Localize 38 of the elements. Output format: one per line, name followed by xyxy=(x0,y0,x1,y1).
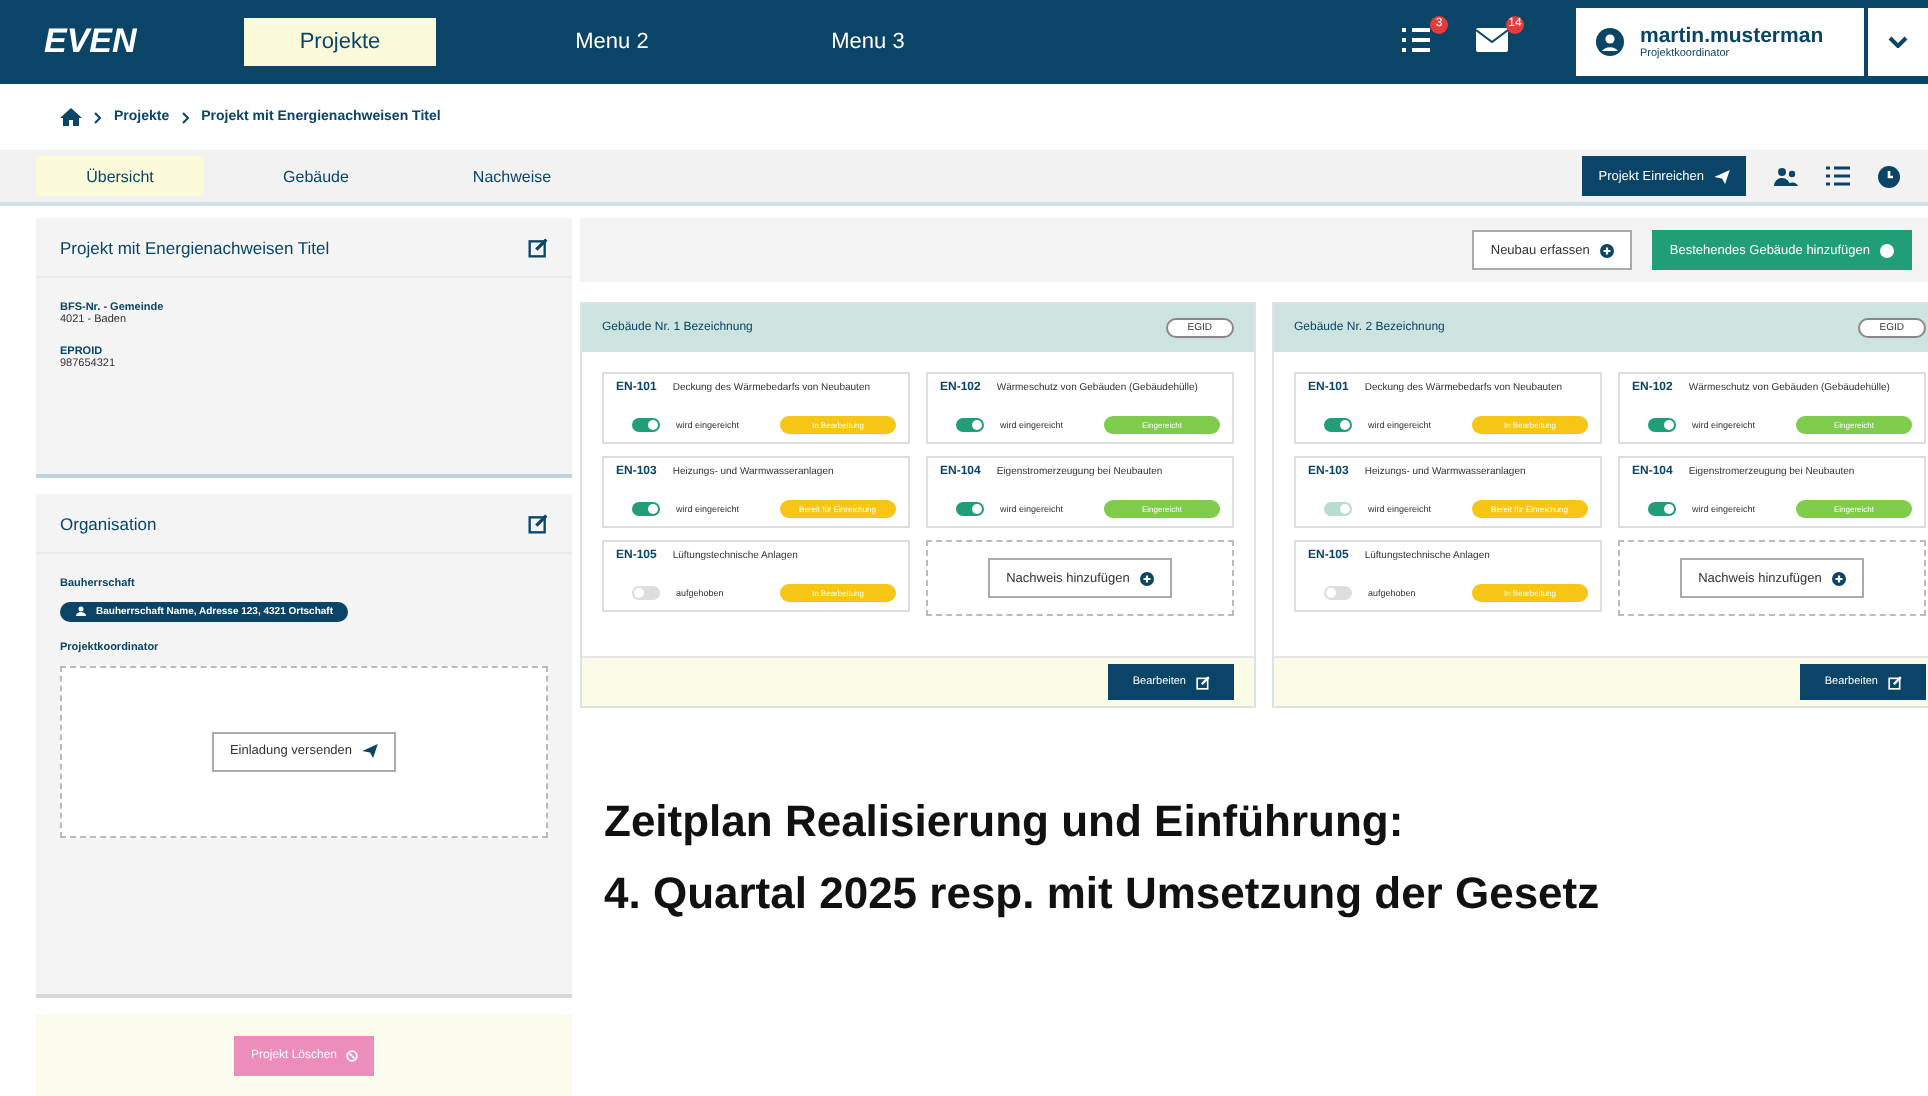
toggle-switch[interactable] xyxy=(632,502,660,516)
edit-icon[interactable] xyxy=(528,237,548,257)
toggle-switch[interactable] xyxy=(956,502,984,516)
dropdown-button[interactable] xyxy=(1868,8,1928,76)
toggle-switch[interactable] xyxy=(1648,502,1676,516)
menu-item[interactable]: Projekte xyxy=(244,18,436,66)
toggle-switch[interactable] xyxy=(632,418,660,432)
chevron-right-icon xyxy=(181,111,190,123)
user-icon xyxy=(76,606,86,616)
announcement-text: Zeitplan Realisierung und Einführung: xyxy=(604,796,1406,848)
card-title: Projekt mit Energienachweisen Titel xyxy=(60,237,330,257)
mail-icon[interactable] xyxy=(1476,28,1508,52)
delete-icon xyxy=(345,1049,358,1061)
toggle-switch[interactable] xyxy=(956,418,984,432)
card-title: Organisation xyxy=(60,513,157,533)
tab[interactable]: Nachweise xyxy=(428,156,596,196)
home-icon[interactable] xyxy=(60,108,82,126)
send-icon xyxy=(362,744,379,758)
user-icon xyxy=(1596,28,1624,56)
edit-icon[interactable] xyxy=(528,513,548,533)
tab[interactable]: Gebäude xyxy=(232,156,400,196)
tab[interactable]: Übersicht xyxy=(36,156,204,196)
toggle-switch[interactable] xyxy=(1324,586,1352,600)
list-icon[interactable] xyxy=(1826,166,1850,186)
send-icon xyxy=(1714,169,1730,183)
task-list-icon[interactable] xyxy=(1400,26,1432,54)
toggle-switch[interactable] xyxy=(632,586,660,600)
toggle-switch[interactable] xyxy=(1324,418,1352,432)
chevron-right-icon xyxy=(94,111,102,123)
chevron-down-icon xyxy=(1888,36,1908,48)
toggle-switch[interactable] xyxy=(1648,418,1676,432)
users-icon[interactable] xyxy=(1774,166,1798,186)
user-name: martin.musterman xyxy=(1640,24,1824,48)
menu-item[interactable]: Menu 3 xyxy=(772,18,964,66)
clock-icon[interactable] xyxy=(1878,165,1900,187)
logo: EVEN xyxy=(44,22,139,62)
announcement-text: 4. Quartal 2025 resp. mit Umsetzung der Gesetz xyxy=(604,868,1602,920)
menu-item[interactable]: Menu 2 xyxy=(516,18,708,66)
